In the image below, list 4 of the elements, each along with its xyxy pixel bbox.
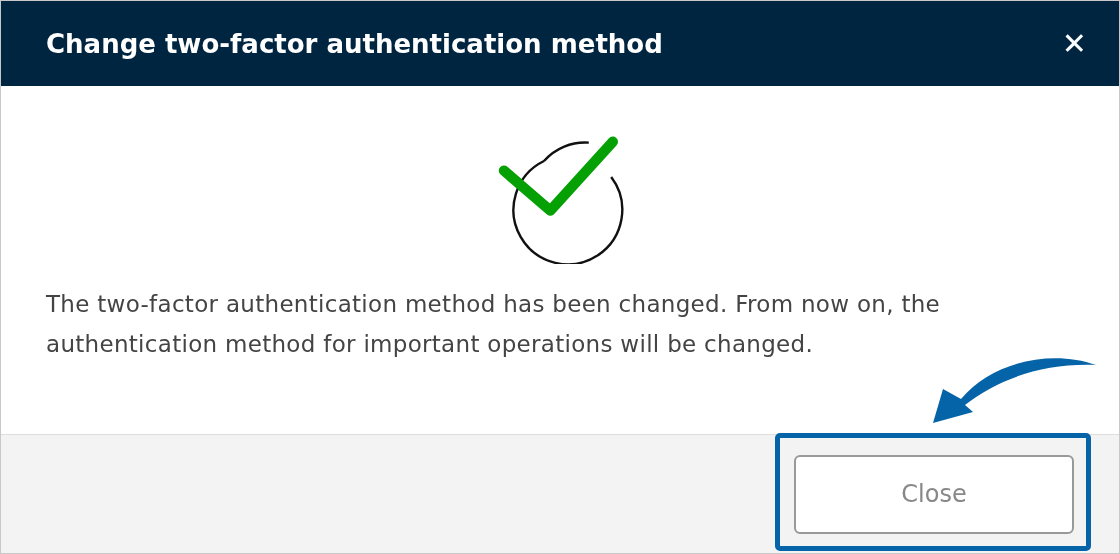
dialog-title: Change two-factor authentication method	[46, 28, 663, 59]
message-text: The two-factor authentication method has been changed. From now on, the authentication method for important operations will be changed.	[45, 290, 942, 359]
close-button[interactable]: ✕	[1055, 26, 1093, 61]
close-button[interactable]: Close	[794, 454, 1074, 534]
